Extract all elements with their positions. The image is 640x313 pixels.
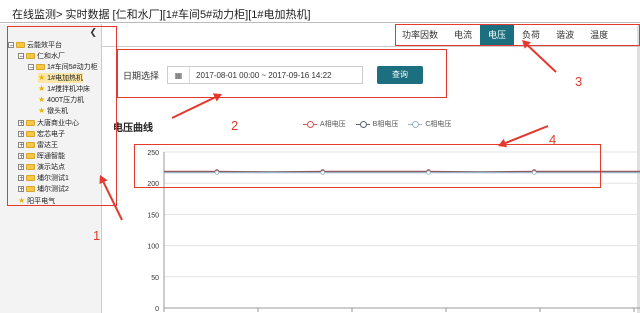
y-tick-label: 100	[147, 244, 159, 251]
annotation-box-3	[395, 24, 640, 46]
annotation-label-3: 3	[575, 74, 583, 89]
y-tick-label: 0	[155, 306, 159, 313]
annotation-label-2: 2	[231, 118, 239, 133]
annotation-box-4	[134, 144, 601, 188]
y-tick-label: 50	[151, 275, 159, 282]
annotation-box-1	[7, 26, 117, 206]
y-tick-label: 150	[147, 212, 159, 219]
annotation-box-2	[117, 49, 447, 98]
annotation-label-4: 4	[549, 132, 557, 147]
annotation-label-1: 1	[93, 228, 101, 243]
